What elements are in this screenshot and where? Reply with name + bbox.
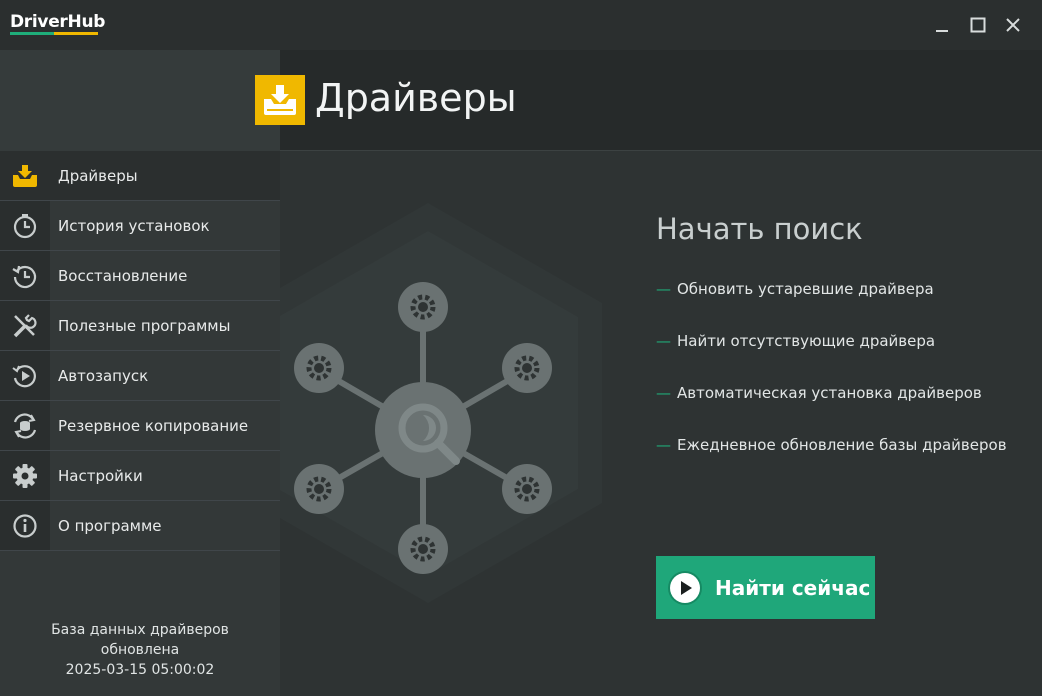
- driver-tray-icon: [255, 75, 305, 125]
- feature-label: Найти отсутствующие драйвера: [677, 332, 936, 350]
- search-title: Начать поиск: [656, 212, 863, 246]
- minimize-button[interactable]: [927, 10, 957, 40]
- feature-label: Ежедневное обновление базы драйверов: [677, 436, 1007, 454]
- gear-node-top-right: [502, 343, 552, 393]
- restore-icon: [0, 251, 50, 300]
- sidebar-item-autostart[interactable]: Автозапуск: [0, 351, 280, 401]
- sidebar-item-useful-programs[interactable]: Полезные программы: [0, 301, 280, 351]
- logo-underline: [10, 32, 98, 35]
- tools-icon: [0, 301, 50, 350]
- play-icon: [668, 570, 702, 605]
- find-now-label: Найти сейчас: [715, 575, 871, 600]
- feature-dash: —: [656, 436, 671, 454]
- sidebar-item-settings[interactable]: Настройки: [0, 451, 280, 501]
- clock-icon: [0, 201, 50, 250]
- sidebar-item-label: О программе: [58, 516, 162, 535]
- info-icon: [0, 501, 50, 550]
- sidebar-item-about[interactable]: О программе: [0, 501, 280, 551]
- gear-node-top: [398, 282, 448, 332]
- sidebar-item-label: Настройки: [58, 466, 143, 485]
- feature-label: Автоматическая установка драйверов: [677, 384, 982, 402]
- db-status-timestamp: 2025-03-15 05:00:02: [65, 662, 215, 678]
- close-icon: [1006, 18, 1020, 32]
- feature-dash: —: [656, 332, 671, 350]
- db-status-line2: обновлена: [100, 642, 180, 658]
- sidebar-item-backup[interactable]: Резервное копирование: [0, 401, 280, 451]
- feature-label: Обновить устаревшие драйвера: [677, 280, 934, 298]
- close-button[interactable]: [998, 10, 1028, 40]
- feature-dash: —: [656, 280, 671, 298]
- gear-node-bottom-right: [502, 464, 552, 514]
- feature-item: — Обновить устаревшие драйвера: [656, 280, 934, 298]
- sidebar-item-label: Драйверы: [58, 166, 138, 185]
- gear-node-bottom: [398, 524, 448, 574]
- gear-node-bottom-left: [294, 464, 344, 514]
- app-logo: DriverHub: [10, 12, 106, 32]
- backup-icon: [0, 401, 50, 450]
- sidebar-item-label: Автозапуск: [58, 366, 149, 385]
- feature-dash: —: [656, 384, 671, 402]
- gear-node-top-left: [294, 343, 344, 393]
- db-status-line1: База данных драйверов: [51, 622, 229, 638]
- sidebar-item-label: Восстановление: [58, 266, 188, 285]
- title-bar: DriverHub: [0, 0, 1042, 50]
- minimize-icon: [936, 30, 948, 32]
- sidebar-item-restore[interactable]: Восстановление: [0, 251, 280, 301]
- feature-item: — Найти отсутствующие драйвера: [656, 332, 935, 350]
- maximize-button[interactable]: [963, 10, 993, 40]
- sidebar-item-label: История установок: [58, 216, 210, 235]
- sidebar-item-drivers[interactable]: Драйверы: [0, 151, 280, 201]
- gear-icon: [0, 451, 50, 500]
- sidebar-item-install-history[interactable]: История установок: [0, 201, 280, 251]
- autostart-icon: [0, 351, 50, 400]
- page-title: Драйверы: [315, 76, 517, 120]
- header-left-panel: [0, 50, 280, 151]
- feature-item: — Автоматическая установка драйверов: [656, 384, 982, 402]
- feature-item: — Ежедневное обновление базы драйверов: [656, 436, 1007, 454]
- sidebar-item-label: Полезные программы: [58, 316, 231, 335]
- sidebar-item-label: Резервное копирование: [58, 416, 249, 435]
- find-now-button[interactable]: Найти сейчас: [656, 556, 875, 619]
- sidebar: Драйверы История установок Восстановлени…: [0, 151, 280, 696]
- driver-tray-icon: [0, 151, 50, 200]
- maximize-icon: [970, 17, 986, 33]
- database-status: База данных драйверов обновлена 2025-03-…: [0, 620, 280, 680]
